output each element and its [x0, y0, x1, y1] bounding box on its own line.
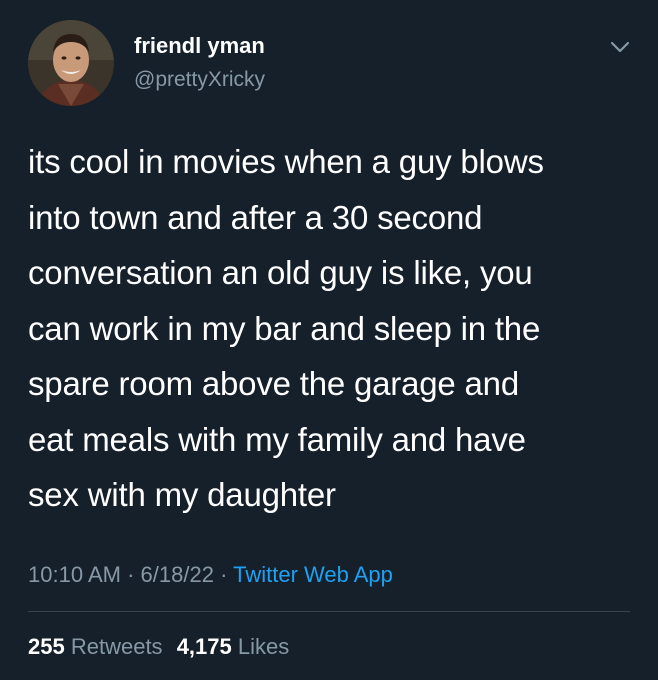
tweet-text-line: eat meals with my family and have	[28, 420, 526, 458]
tweet-text-line: sex with my daughter	[28, 476, 336, 513]
avatar-image	[28, 20, 114, 106]
tweet-source-link[interactable]: Twitter Web App	[233, 562, 393, 587]
meta-separator: ·	[220, 562, 228, 587]
retweets-label: Retweets	[70, 634, 163, 659]
tweet-stats: 255 Retweets 4,175 Likes	[28, 632, 289, 662]
tweet-card: friendl yman @prettyXricky its cool in m…	[0, 0, 658, 680]
tweet-text-line: into town and after a 30 second	[28, 198, 483, 236]
tweet-date[interactable]: 6/18/22	[141, 562, 214, 587]
tweet-text-line: conversation an old guy is like, you	[28, 254, 533, 291]
tweet-text-line: can work in my bar and sleep in the	[28, 309, 541, 347]
likes-count: 4,175	[176, 634, 232, 659]
tweet-meta: 10:10 AM · 6/18/22 · Twitter Web App	[28, 560, 393, 590]
avatar[interactable]	[28, 20, 114, 106]
meta-separator: ·	[127, 562, 135, 587]
tweet-time[interactable]: 10:10 AM	[28, 562, 121, 587]
divider	[28, 611, 630, 612]
display-name[interactable]: friendl yman	[134, 33, 265, 59]
chevron-down-icon[interactable]	[606, 36, 634, 58]
tweet-text-line: its cool in movies when a guy blows	[28, 143, 544, 180]
user-handle[interactable]: @prettyXricky	[134, 67, 265, 93]
likes-stat[interactable]: 4,175 Likes	[177, 632, 290, 662]
retweets-count: 255	[28, 634, 65, 659]
tweet-text-line: spare room above the garage and	[28, 365, 519, 402]
tweet-text: its cool in movies when a guy blows into…	[28, 134, 638, 523]
retweets-stat[interactable]: 255 Retweets	[28, 632, 163, 662]
likes-label: Likes	[237, 634, 290, 659]
